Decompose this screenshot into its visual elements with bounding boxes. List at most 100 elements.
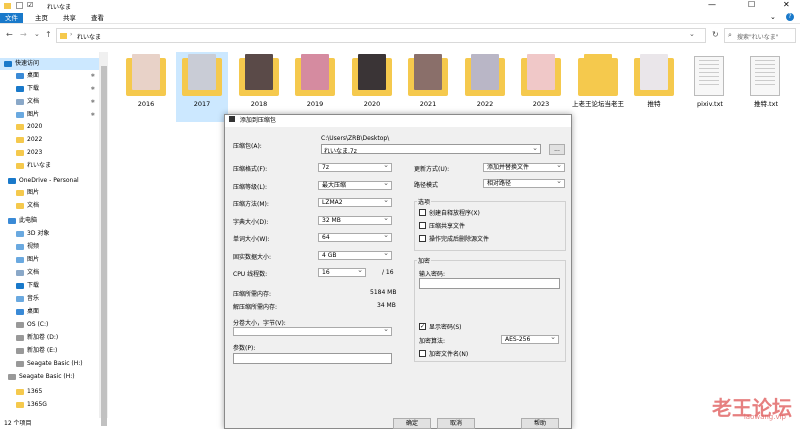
folder-item[interactable]: 2021: [402, 52, 454, 122]
checkbox-box[interactable]: [419, 235, 426, 242]
pin-icon[interactable]: ✱: [91, 70, 95, 82]
password-field[interactable]: [419, 278, 560, 289]
sidebar-item[interactable]: 桌面 ✱: [0, 70, 99, 82]
folder-item[interactable]: 推特: [628, 52, 680, 122]
delete-after-checkbox[interactable]: 操作完成后删除源文件: [419, 234, 489, 243]
path-mode-select[interactable]: 相对路径: [483, 178, 565, 188]
option-select[interactable]: 64: [318, 232, 392, 242]
chevron-down-icon[interactable]: ⌄: [532, 144, 538, 152]
pin-icon[interactable]: ✱: [91, 109, 95, 121]
sidebar-item[interactable]: 音乐: [0, 293, 99, 305]
folder-item[interactable]: 上老王论坛当老王: [572, 52, 624, 122]
check-icon[interactable]: ✓: [419, 323, 426, 330]
tab-share[interactable]: 共享: [58, 13, 81, 23]
sidebar-item[interactable]: 图片: [0, 254, 99, 266]
sidebar-item[interactable]: 此电脑: [0, 215, 99, 227]
folder-item[interactable]: 2017: [176, 52, 228, 122]
refresh-icon[interactable]: ↻: [712, 30, 719, 39]
breadcrumb[interactable]: れいなま: [77, 32, 101, 41]
sidebar-item[interactable]: 文档 ✱: [0, 96, 99, 108]
option-select[interactable]: LZMA2: [318, 197, 392, 207]
help-button[interactable]: 帮助: [521, 418, 559, 429]
minimize-icon[interactable]: —: [708, 0, 716, 9]
close-icon[interactable]: ✕: [783, 0, 790, 9]
folder-thumbnail: [188, 54, 216, 90]
tab-file[interactable]: 文件: [0, 13, 23, 23]
option-select[interactable]: 32 MB: [318, 215, 392, 225]
checkbox-box[interactable]: [419, 209, 426, 216]
sidebar-item[interactable]: れいなま: [0, 160, 99, 172]
sidebar-item[interactable]: 快速访问: [0, 58, 99, 70]
checkbox-box[interactable]: [419, 350, 426, 357]
pin-icon[interactable]: ✱: [91, 83, 95, 95]
sidebar-item[interactable]: 图片 ✱: [0, 109, 99, 121]
folder-item[interactable]: 2020: [346, 52, 398, 122]
pin-icon[interactable]: ✱: [91, 96, 95, 108]
sidebar-item[interactable]: 2022: [0, 134, 99, 146]
archive-name-field[interactable]: れいなま.7z ⌄: [321, 144, 541, 155]
cancel-button[interactable]: 取消: [437, 418, 475, 429]
properties-icon[interactable]: [16, 2, 23, 9]
sidebar-item[interactable]: 桌面: [0, 306, 99, 318]
folder-item[interactable]: 2018: [233, 52, 285, 122]
sidebar-item[interactable]: 新加卷 (E:): [0, 345, 99, 357]
sidebar-item[interactable]: Seagate Basic (H:): [0, 358, 99, 370]
option-select[interactable]: 16: [318, 267, 366, 277]
update-mode-select[interactable]: 添加并替换文件: [483, 162, 565, 172]
sidebar-item[interactable]: 1365G: [0, 399, 99, 411]
sidebar-item[interactable]: 新加卷 (D:): [0, 332, 99, 344]
option-select[interactable]: 4 GB: [318, 250, 392, 260]
option-select[interactable]: 最大压缩: [318, 180, 392, 190]
folder-thumbnail: [245, 54, 273, 90]
search-box[interactable]: ⌕ 搜索"れいなま": [724, 28, 796, 43]
help-icon[interactable]: ?: [786, 13, 794, 21]
sidebar-item[interactable]: Seagate Basic (H:): [0, 371, 99, 383]
tab-home[interactable]: 主页: [30, 13, 53, 23]
sidebar-item[interactable]: 下载 ✱: [0, 83, 99, 95]
back-icon[interactable]: ←: [6, 30, 13, 39]
encrypt-names-checkbox[interactable]: 加密文件名(N): [419, 349, 468, 358]
drive-icon: [16, 322, 24, 328]
checkbox-box[interactable]: [419, 222, 426, 229]
check-icon[interactable]: ☑: [27, 1, 33, 9]
sidebar-item[interactable]: 文档: [0, 267, 99, 279]
params-field[interactable]: [233, 353, 392, 364]
sidebar-item[interactable]: 下载: [0, 280, 99, 292]
recent-icon[interactable]: ⌄: [34, 30, 40, 38]
folder-icon: [408, 54, 448, 96]
ok-button[interactable]: 确定: [393, 418, 431, 429]
file-item[interactable]: pixiv.txt: [684, 52, 736, 122]
sidebar-item[interactable]: 1365: [0, 386, 99, 398]
folder-item[interactable]: 2016: [120, 52, 172, 122]
split-size-select[interactable]: [233, 326, 392, 336]
sidebar-item[interactable]: 3D 对象: [0, 228, 99, 240]
sfx-checkbox[interactable]: 创建自释放程序(X): [419, 208, 480, 217]
up-icon[interactable]: ↑: [45, 30, 52, 39]
sidebar-item[interactable]: OS (C:): [0, 319, 99, 331]
forward-icon[interactable]: →: [20, 30, 27, 39]
browse-button[interactable]: ...: [549, 144, 565, 155]
folder-item[interactable]: 2022: [459, 52, 511, 122]
enc-method-select[interactable]: AES-256: [501, 334, 559, 344]
sidebar-item[interactable]: 2020: [0, 121, 99, 133]
option-select[interactable]: 7z: [318, 162, 392, 172]
address-box[interactable]: › れいなま ⌄: [56, 28, 706, 43]
sidebar-item[interactable]: 图片: [0, 187, 99, 199]
mem-decompress-value: 34 MB: [377, 302, 396, 309]
expand-ribbon-icon[interactable]: ⌄: [770, 13, 776, 21]
maximize-icon[interactable]: ☐: [748, 0, 755, 9]
address-dropdown-icon[interactable]: ⌄: [689, 30, 695, 38]
sidebar-item[interactable]: 视频: [0, 241, 99, 253]
show-password-checkbox[interactable]: ✓ 显示密码(S): [419, 322, 462, 331]
shared-files-checkbox[interactable]: 压缩共享文件: [419, 221, 465, 230]
sidebar-item[interactable]: 2023: [0, 147, 99, 159]
folder-item[interactable]: 2023: [515, 52, 567, 122]
sidebar-item[interactable]: OneDrive - Personal: [0, 175, 99, 187]
tab-view[interactable]: 查看: [86, 13, 109, 23]
file-item[interactable]: 推特.txt: [740, 52, 792, 122]
nav-scrollbar[interactable]: [100, 52, 108, 426]
nav-scrollbar-thumb[interactable]: [101, 66, 107, 426]
sidebar-item[interactable]: 文档: [0, 200, 99, 212]
file-name: 推特.txt: [753, 100, 778, 108]
folder-item[interactable]: 2019: [289, 52, 341, 122]
